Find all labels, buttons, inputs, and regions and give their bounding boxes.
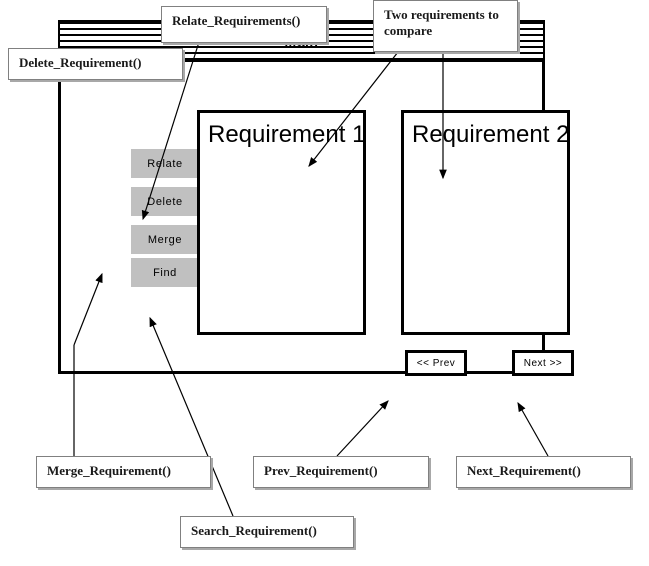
requirement-1-panel[interactable]: Requirement 1 (197, 110, 366, 335)
callout-search-requirement: Search_Requirement() (180, 516, 354, 548)
callout-delete-requirement: Delete_Requirement() (8, 48, 183, 80)
find-button[interactable]: Find (131, 258, 199, 287)
leader-next (517, 401, 549, 457)
relate-button[interactable]: Relate (131, 149, 199, 178)
requirement-1-title: Requirement 1 (208, 121, 366, 148)
callout-relate-requirements: Relate_Requirements() (161, 6, 327, 43)
leader-prev (336, 400, 389, 457)
callout-two-requirements: Two requirements to compare (373, 0, 518, 52)
diagram-canvas: Relate Delete Merge Find Requirement 1 R… (0, 0, 649, 566)
requirement-2-panel[interactable]: Requirement 2 (401, 110, 570, 335)
callout-prev-requirement: Prev_Requirement() (253, 456, 429, 488)
delete-button[interactable]: Delete (131, 187, 199, 216)
prev-button[interactable]: << Prev (405, 350, 467, 376)
requirement-2-title: Requirement 2 (412, 121, 570, 148)
merge-button[interactable]: Merge (131, 225, 199, 254)
callout-merge-requirement: Merge_Requirement() (36, 456, 211, 488)
callout-next-requirement: Next_Requirement() (456, 456, 631, 488)
next-button[interactable]: Next >> (512, 350, 574, 376)
